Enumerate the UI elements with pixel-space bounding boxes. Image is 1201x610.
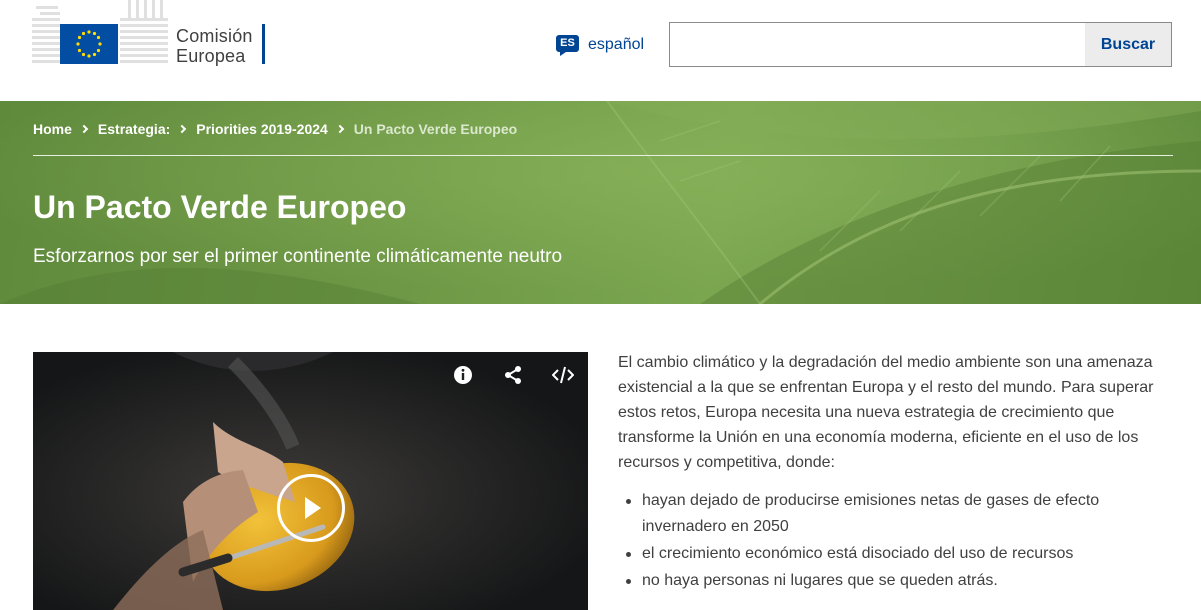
search-button[interactable]: Buscar <box>1085 23 1171 66</box>
play-icon <box>305 497 321 519</box>
play-button[interactable] <box>277 474 345 542</box>
info-icon[interactable] <box>450 362 476 388</box>
video-player[interactable] <box>33 352 588 610</box>
site-header: Comisión Europea ES español Buscar <box>0 0 1201 101</box>
embed-code-icon[interactable] <box>550 362 576 388</box>
language-code: ES <box>560 36 575 49</box>
page-subtitle: Esforzarnos por ser el primer continente… <box>33 246 563 267</box>
search-form: Buscar <box>669 22 1172 67</box>
intro-paragraph: El cambio climático y la degradación del… <box>618 354 1154 471</box>
search-input[interactable] <box>670 23 1085 66</box>
logo-line-2: Europea <box>176 46 246 66</box>
language-label: español <box>588 36 645 53</box>
chevron-right-icon <box>335 124 345 134</box>
language-selector[interactable]: ES español <box>556 33 644 57</box>
list-item: el crecimiento económico está disociado … <box>618 541 1166 567</box>
page-title: Un Pacto Verde Europeo <box>33 189 407 225</box>
breadcrumb-divider <box>33 155 1173 156</box>
goals-list: hayan dejado de producirse emisiones net… <box>618 488 1166 594</box>
logo-wordmark: Comisión Europea <box>176 26 253 66</box>
intro-text-column: El cambio climático y la degradación del… <box>618 350 1166 595</box>
share-icon[interactable] <box>500 362 526 388</box>
list-item: no haya personas ni lugares que se quede… <box>618 568 1166 594</box>
breadcrumb: Home Estrategia: Priorities 2019-2024 Un… <box>33 121 517 137</box>
breadcrumb-current: Un Pacto Verde Europeo <box>353 121 518 137</box>
page-hero-banner: Home Estrategia: Priorities 2019-2024 Un… <box>0 101 1201 304</box>
logo-line-1: Comisión <box>176 26 253 46</box>
breadcrumb-priorities[interactable]: Priorities 2019-2024 <box>196 121 328 137</box>
breadcrumb-estrategia[interactable]: Estrategia: <box>98 121 170 137</box>
list-item: hayan dejado de producirse emisiones net… <box>618 488 1166 540</box>
logo-divider <box>262 24 265 64</box>
breadcrumb-home[interactable]: Home <box>33 121 72 137</box>
chevron-right-icon <box>79 124 89 134</box>
language-badge-icon: ES <box>556 34 579 56</box>
chevron-right-icon <box>178 124 187 134</box>
